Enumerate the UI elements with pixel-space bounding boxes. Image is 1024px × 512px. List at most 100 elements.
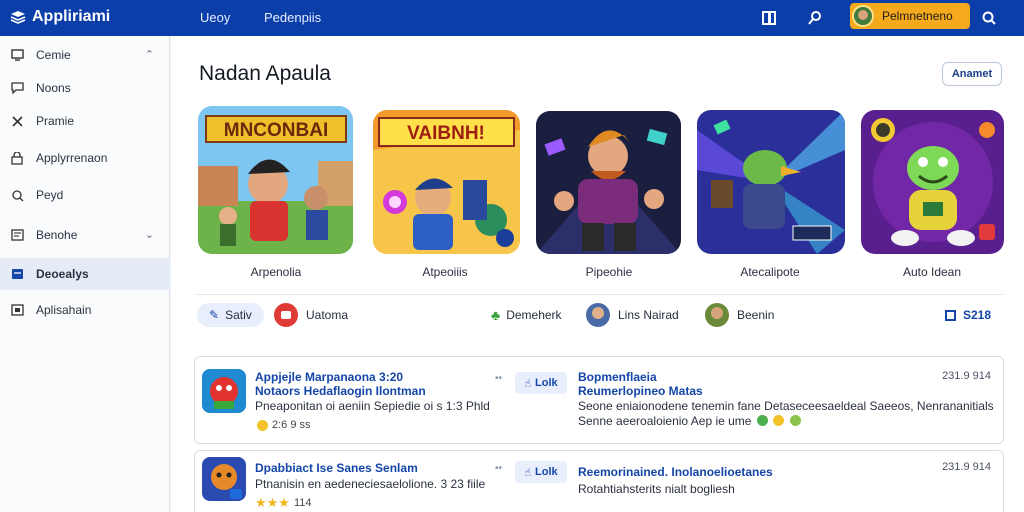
chip-label: Lins Nairad [618,308,679,322]
thumbs-up-icon: ☝ [524,466,532,479]
card-right-title[interactable]: Reemorinained. Inolanoelioetanes [578,465,773,479]
sidebar-item-label: Pramie [36,114,75,128]
emoji-icon [773,415,785,426]
like-button[interactable]: ☝ Lolk [515,372,567,394]
tile-banner-1: MNCONBAI [224,120,329,141]
image-icon [10,303,24,317]
rating-text: 2:6 9 ss [272,419,311,431]
filter-chip-lins-nairad[interactable]: Lins Nairad [586,303,679,327]
card-timestamp: 231.9 914 [942,370,991,382]
chip-label: Sativ [225,308,252,322]
game-art-3 [536,111,681,254]
game-label-2: Atpeoiiis [422,265,468,279]
annotate-button[interactable]: Anamet [942,62,1002,86]
puzzle-icon: ♣ [491,307,501,323]
chevron-up-icon[interactable]: ⌃ [145,48,154,61]
square-icon [945,309,956,321]
game-tile[interactable]: VAIBNH! [373,110,520,254]
game-art-2: VAIBNH! [373,110,520,254]
sidebar-item-label: Applyrrenaon [36,151,108,165]
game-label-4: Atecalipote [740,265,800,279]
filter-chip-s218[interactable]: S218 [945,303,991,327]
filter-chip-sativ[interactable]: ✎ Sativ [197,303,264,327]
user-name: Pelmnetneno [882,9,953,23]
game-label-1: Arpenolia [250,265,302,279]
avatar [705,303,729,327]
nav-link-1[interactable]: Ueoy [200,10,230,25]
sidebar-item-aplisahain[interactable]: Aplisahain [0,294,170,326]
sidebar-item-peyd[interactable]: Peyd [0,179,170,211]
card-timestamp: 231.9 914 [942,461,991,473]
layers-icon [10,11,26,24]
lock-icon [10,151,24,165]
sidebar-item-label: Cemie [36,48,71,62]
game-label-3: Pipeohie [585,265,633,279]
card-description: Pneaponitan oi aeniin Sepiedie oi s 1:3 … [255,399,490,413]
user-avatar [852,5,874,27]
like-button[interactable]: ☝ Lolk [515,461,567,483]
app-thumbnail [202,457,246,501]
filter-chip-uatoma[interactable]: Uatoma [274,303,348,327]
sidebar-item-label: Benohe [36,228,78,242]
card-title[interactable]: Appjejle Marpanaona 3:20 [255,370,403,384]
card-right-description: Seone eniaionodene tenemin fane Detasece… [578,399,994,413]
game-art-5 [861,110,1004,254]
tools-icon [10,114,24,128]
chip-label: Beenin [737,308,775,322]
nav-link-2[interactable]: Pedenpiis [264,10,321,25]
bookmark-icon[interactable] [760,9,778,27]
pencil-icon: ✎ [209,308,220,322]
sidebar-item-noons[interactable]: Noons [0,72,170,104]
card-title[interactable]: Dpabbiact Ise Sanes Senlam [255,461,418,475]
sidebar-item-pramie[interactable]: Pramie [0,105,170,137]
search-icon[interactable] [980,9,998,27]
sidebar-item-label: Deoealys [36,267,89,281]
app-brand[interactable]: Appliriami [10,8,110,26]
card-right-title[interactable]: Bopmenflaeia [578,370,657,384]
app-thumbnail [202,369,246,413]
more-icon[interactable]: •• [495,373,502,384]
game-tile[interactable] [697,110,845,254]
feed-card[interactable]: Dpabbiact Ise Sanes Senlam Ptnanisin en … [194,450,1004,512]
divider [195,294,1003,295]
game-art-1: MNCONBAI [198,106,353,254]
card-rating: ★★★ 114 [255,495,312,511]
game-label-5: Auto Idean [902,265,962,279]
chevron-down-icon[interactable]: ⌄ [145,228,154,241]
game-tile[interactable]: MNCONBAI [198,106,353,254]
sidebar-item-applyrrenaon[interactable]: Applyrrenaon [0,142,170,174]
card-right-description-text: Senne aeeroaloienio Aep ie ume [578,414,752,428]
main-content: Nadan Apaula Anamet MNCONBAI Arpenolia V… [171,36,1024,512]
monitor-icon [10,48,24,62]
card-icon [10,267,24,281]
game-tile[interactable] [536,111,681,254]
chat-icon [10,81,24,95]
top-bar: Appliriami Ueoy Pedenpiis Pelmnetneno [0,0,1024,36]
rating-text: 114 [293,497,312,509]
pin-icon[interactable] [806,9,824,27]
more-icon[interactable]: •• [495,463,502,474]
sidebar-item-cemie[interactable]: Cemie ⌃ [0,39,170,71]
coin-icon [257,419,268,431]
card-right-subtitle: Reumerlopineo Matas [578,384,703,398]
filter-chip-demeherk[interactable]: ♣ Demeherk [491,303,562,327]
sidebar-item-deoealys[interactable]: Deoealys [0,258,170,290]
page-title: Nadan Apaula [199,62,331,85]
card-subtitle: Notaors Hedaflaogin Ilontman [255,384,426,398]
chip-label: S218 [963,308,992,322]
card-rating: 2:6 9 ss [255,419,311,431]
thumbs-up-icon: ☝ [524,377,532,390]
sidebar-item-benohe[interactable]: Benohe ⌄ [0,219,170,251]
app-name: Appliriami [32,8,111,25]
game-tile[interactable] [861,110,1004,254]
user-menu-button[interactable]: Pelmnetneno [850,3,970,29]
card-right-description: Rotahtiahsterits nialt bogliesh [578,482,735,496]
emoji-icon [789,415,801,426]
tile-banner-2: VAIBNH! [407,123,485,144]
sidebar-item-label: Noons [36,81,71,95]
avatar [586,303,610,327]
card-description: Ptnanisin en aedeneciesaelolione. 3 23 f… [255,477,486,491]
filter-chip-beenin[interactable]: Beenin [705,303,774,327]
feed-card[interactable]: Appjejle Marpanaona 3:20 Notaors Hedafla… [194,356,1004,444]
sidebar: Cemie ⌃ Noons Pramie Applyrrenaon Peyd B… [0,36,170,512]
